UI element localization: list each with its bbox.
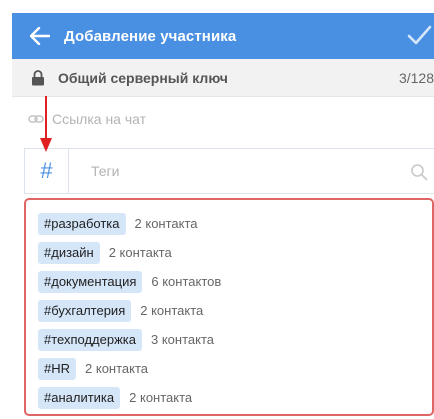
tag-chip[interactable]: #техподдержка: [38, 328, 142, 351]
tag-chip[interactable]: #аналитика: [38, 386, 121, 409]
tag-count: 2 контакта: [85, 361, 149, 376]
list-item[interactable]: #аналитика 2 контакта: [38, 383, 432, 412]
tag-chip[interactable]: #дизайн: [38, 241, 100, 264]
list-item[interactable]: #бухгалтерия 2 контакта: [38, 296, 432, 325]
list-item[interactable]: #дизайн 2 контакта: [38, 238, 432, 267]
chat-link-row[interactable]: Ссылка на чат: [12, 100, 434, 138]
back-button[interactable]: [28, 24, 52, 48]
tag-suggestions-list: #разработка 2 контакта #дизайн 2 контакт…: [24, 198, 434, 416]
server-key-label: Общий серверный ключ: [58, 69, 228, 86]
tags-input[interactable]: [91, 163, 391, 179]
page-title: Добавление участника: [64, 27, 237, 45]
server-key-row[interactable]: Общий серверный ключ 3/128: [12, 59, 434, 97]
tag-count: 2 контакта: [140, 303, 204, 318]
tag-chip[interactable]: #документация: [38, 270, 143, 293]
lock-icon: [32, 69, 44, 85]
tag-chip[interactable]: #разработка: [38, 212, 126, 235]
list-item[interactable]: #документация 6 контактов: [38, 267, 432, 296]
tag-count: 2 контакта: [108, 245, 172, 260]
server-key-count: 3/128: [398, 69, 434, 86]
hash-icon: #: [25, 149, 69, 193]
list-item[interactable]: #разработка 2 контакта: [38, 209, 432, 238]
search-icon[interactable]: [410, 163, 428, 181]
list-item[interactable]: #HR 2 контакта: [38, 354, 432, 383]
list-item[interactable]: #техподдержка 3 контакта: [38, 325, 432, 354]
tag-count: 2 контакта: [134, 216, 198, 231]
app-header: Добавление участника: [12, 13, 434, 59]
tag-chip[interactable]: #бухгалтерия: [38, 299, 132, 322]
tag-chip[interactable]: #HR: [38, 357, 77, 380]
tag-count: 3 контакта: [151, 332, 214, 347]
tag-count: 6 контактов: [151, 274, 222, 289]
annotation-arrow-icon: [40, 96, 52, 152]
chat-link-label: Ссылка на чат: [52, 111, 147, 127]
arrow-left-icon: [30, 27, 50, 45]
tag-count: 2 контакта: [129, 390, 193, 405]
check-icon[interactable]: [406, 22, 432, 48]
tags-search-row: #: [24, 148, 434, 194]
